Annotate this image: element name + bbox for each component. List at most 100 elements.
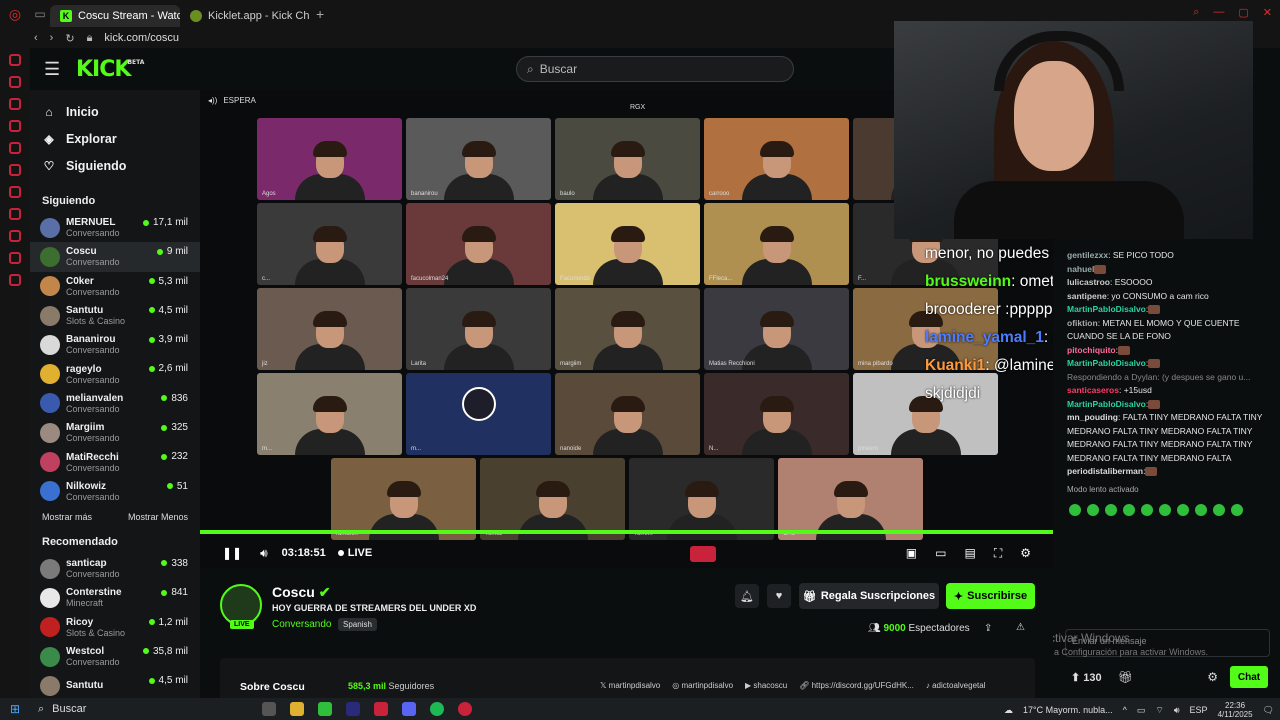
channel-item[interactable]: C0ker Conversando 5,3 mil [30, 272, 200, 301]
channel-points[interactable]: ⬆ 130 [1071, 671, 1102, 684]
opera-sidebar-icon[interactable] [9, 164, 21, 176]
gift-subs-button[interactable]: 🎁︎ Regala Suscripciones [799, 583, 939, 609]
participant-tile[interactable]: Tomali [480, 458, 625, 540]
minimize-icon[interactable]: — [1213, 6, 1224, 19]
nav-item-explorar[interactable]: ◈ Explorar [30, 125, 200, 152]
channel-item[interactable]: santicap Conversando 338 [30, 554, 200, 583]
windows-start-icon[interactable]: ⊞ [0, 702, 30, 716]
theater-icon[interactable]: ▭ [935, 546, 946, 561]
participant-tile[interactable]: facucolman24 [406, 203, 551, 285]
reload-icon[interactable]: ↻ [65, 32, 74, 45]
social-link[interactable]: ▶ shacoscu [745, 681, 787, 690]
gift-icon[interactable]: 🎁︎ [1118, 670, 1133, 684]
emote-icon[interactable] [1069, 503, 1081, 516]
chat-username[interactable]: mn_pouding [1067, 412, 1118, 422]
emote-icon[interactable] [1141, 503, 1153, 516]
show-less-button[interactable]: Mostrar Menos [128, 512, 188, 522]
channel-item[interactable]: Santutu Slots & Casino 4,5 mil [30, 301, 200, 330]
chat-send-button[interactable]: Chat [1230, 666, 1268, 688]
bell-icon[interactable]: 🔔︎ [735, 584, 759, 608]
menu-icon[interactable]: ☰ [44, 59, 64, 80]
opera-logo-icon[interactable]: ◎ [0, 0, 30, 28]
settings-icon[interactable]: ⚙ [1020, 546, 1031, 561]
chat-settings-icon[interactable]: ⚙ [1207, 670, 1218, 684]
back-icon[interactable]: ‹ [34, 32, 38, 44]
tab-kicklet[interactable]: Kicklet.app - Kick Chatbo [180, 5, 310, 27]
participant-tile[interactable]: Agos [257, 118, 402, 200]
maximize-icon[interactable]: ▢ [1238, 6, 1248, 19]
chat-username[interactable]: santicaseros [1067, 385, 1119, 395]
participant-tile[interactable]: Torrem [629, 458, 774, 540]
nav-item-inicio[interactable]: ⌂ Inicio [30, 98, 200, 125]
new-tab-button[interactable]: + [316, 6, 324, 22]
pause-icon[interactable]: ❚❚ [222, 546, 242, 560]
chat-username[interactable]: santipene [1067, 291, 1107, 301]
report-icon[interactable]: ⚠ [1016, 622, 1025, 633]
forward-icon[interactable]: › [50, 32, 54, 44]
opera-sidebar-icon[interactable] [9, 208, 21, 220]
channel-item[interactable]: rageylo Conversando 2,6 mil [30, 359, 200, 388]
channel-item[interactable]: MatiRecchi Conversando 232 [30, 447, 200, 476]
weather-text[interactable]: 17°C Mayorm. nubla... [1023, 705, 1113, 715]
opera-sidebar-icon[interactable] [9, 76, 21, 88]
emote-icon[interactable] [1231, 503, 1243, 516]
clip-icon[interactable]: ▤ [964, 546, 975, 561]
premiere-icon[interactable] [346, 702, 360, 716]
language-indicator[interactable]: ESP [1190, 705, 1208, 715]
participant-tile[interactable]: baulo [555, 118, 700, 200]
emote-icon[interactable] [1195, 503, 1207, 516]
participant-tile[interactable]: m... [406, 373, 551, 455]
chat-username[interactable]: ofiktion [1067, 318, 1098, 328]
language-tag[interactable]: Spanish [338, 618, 377, 631]
emote-icon[interactable] [1177, 503, 1189, 516]
emote-icon[interactable] [1159, 503, 1171, 516]
chat-username[interactable]: lulicastroo [1067, 277, 1110, 287]
stream-category[interactable]: Conversando [272, 619, 331, 630]
app-icon[interactable] [318, 702, 332, 716]
participant-tile[interactable]: m... [257, 373, 402, 455]
tab-coscu-stream[interactable]: K Coscu Stream - Watc [50, 5, 180, 27]
participant-tile[interactable]: margiim [555, 288, 700, 370]
emote-icon[interactable] [1123, 503, 1135, 516]
spotify-icon[interactable] [430, 702, 444, 716]
share-icon[interactable]: ⇪ [984, 623, 992, 634]
notifications-icon[interactable]: 🗨︎ [1263, 705, 1274, 716]
chat-username[interactable]: pitochiquito [1067, 345, 1116, 355]
channel-item[interactable]: Margiim Conversando 325 [30, 418, 200, 447]
participant-tile[interactable]: bananirou [406, 118, 551, 200]
participant-tile[interactable]: nanoide [555, 373, 700, 455]
channel-item[interactable]: Conterstine Minecraft 841 [30, 583, 200, 612]
streamer-name[interactable]: Coscu ✔ [272, 584, 330, 601]
channel-item[interactable]: Santutu 4,5 mil [30, 671, 200, 698]
social-link[interactable]: ◎ martinpdisalvo [672, 681, 733, 690]
taskbar-search[interactable]: ⌕ Buscar [30, 703, 210, 716]
search-bar[interactable]: ⌕ [516, 56, 794, 82]
chat-username[interactable]: MartinPabloDisalvo [1067, 399, 1146, 409]
participant-tile[interactable]: carrooo [704, 118, 849, 200]
channel-item[interactable]: melianvalen Conversando 836 [30, 389, 200, 418]
kick-logo[interactable]: KICK BETA [76, 57, 144, 82]
channel-item[interactable]: Nilkowiz Conversando 51 [30, 477, 200, 506]
obs-icon[interactable] [458, 702, 472, 716]
close-icon[interactable]: ✕ [1263, 6, 1272, 19]
channel-item[interactable]: Westcol Conversando 35,8 mil [30, 642, 200, 671]
channel-item[interactable]: MERNUEL Conversando 17,1 mil [30, 213, 200, 242]
chat-username[interactable]: nahuel [1067, 264, 1094, 274]
social-link[interactable]: 𝕏 martinpdisalvo [600, 681, 660, 690]
social-link[interactable]: 🔗︎ https://discord.gg/UFGdHK... [799, 681, 914, 690]
emote-icon[interactable] [1087, 503, 1099, 516]
opera-sidebar-icon[interactable] [9, 142, 21, 154]
tab-islands-icon[interactable]: ▭ [30, 7, 50, 21]
follow-heart-icon[interactable]: ♥ [767, 584, 791, 608]
network-icon[interactable]: ⌔ [1155, 705, 1163, 716]
participant-tile[interactable]: CAS [778, 458, 923, 540]
search-input[interactable] [539, 62, 760, 76]
participant-tile[interactable]: Facuriondo [555, 203, 700, 285]
opera-sidebar-icon[interactable] [9, 230, 21, 242]
nav-item-siguiendo[interactable]: ♡ Siguiendo [30, 152, 200, 179]
show-more-button[interactable]: Mostrar más [42, 512, 92, 522]
participant-tile[interactable]: N... [704, 373, 849, 455]
url-text[interactable]: kick.com/coscu [104, 32, 179, 44]
opera-sidebar-icon[interactable] [9, 274, 21, 286]
emote-icon[interactable] [1105, 503, 1117, 516]
